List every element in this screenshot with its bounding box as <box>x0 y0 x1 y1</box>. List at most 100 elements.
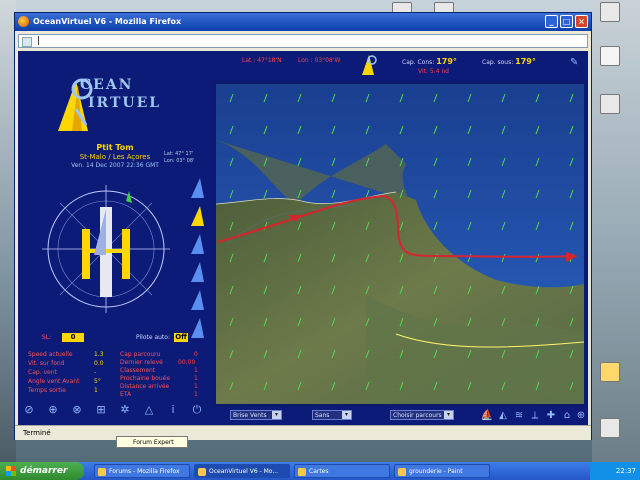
maximize-button[interactable]: □ <box>560 15 573 28</box>
taskbar-item-label: Forums - Mozilla Firefox <box>109 468 180 475</box>
wind-tool-icon[interactable]: ≋ <box>512 409 526 423</box>
heading-label-text: Cap. Cons: <box>402 59 435 66</box>
sail-icon[interactable] <box>188 261 206 283</box>
stat-value: - <box>94 369 97 376</box>
status-text: Terminé <box>23 429 51 437</box>
tooltip-text: Forum Expert <box>133 439 174 446</box>
desktop-icon[interactable] <box>600 94 620 114</box>
course-label: Cap. sous: 179° <box>482 57 536 66</box>
logo-text-ocean: CEAN <box>80 77 134 93</box>
pilot-label: Pilote auto: <box>136 334 170 341</box>
globe-icon[interactable]: ⊗ <box>70 403 84 417</box>
speed-readout: Vit: 5.4 nd <box>418 68 449 75</box>
logo-text-virtuel: IRTUEL <box>88 95 162 111</box>
firefox-icon <box>98 468 106 476</box>
sail-icon-selected[interactable] <box>188 205 206 227</box>
latitude-readout: Lat : 47°18'N <box>242 57 282 64</box>
course-label-text: Cap. sous: <box>482 59 514 66</box>
wind-source-select[interactable]: Brise Vents ▾ <box>230 410 282 420</box>
stat-value: 0.0 <box>94 360 104 367</box>
grid-icon[interactable]: ⊞ <box>94 403 108 417</box>
stat-label: Vit. sur fond <box>28 360 65 367</box>
close-button[interactable]: × <box>575 15 588 28</box>
settings-icon[interactable]: ✲ <box>118 403 132 417</box>
start-label: démarrer <box>20 466 68 476</box>
desktop-icon[interactable] <box>600 2 620 22</box>
paint-icon <box>398 468 406 476</box>
boat-panel: CEAN IRTUEL Ptit Tom St-Malo / Les Açore… <box>18 51 212 425</box>
stat-label: Prochaine bouée <box>120 375 171 382</box>
desktop-right-strip <box>592 0 640 462</box>
stat-value: 0 <box>194 351 198 358</box>
stat-value: 1 <box>194 375 198 382</box>
sail-icon[interactable] <box>188 317 206 339</box>
boat-tool-icon[interactable]: ⛵ <box>480 409 494 423</box>
sail-icon[interactable] <box>188 289 206 311</box>
warning-icon[interactable]: △ <box>142 403 156 417</box>
stat-label: Distance arrivée <box>120 383 170 390</box>
title-bar[interactable]: OceanVirtuel V6 - Mozilla Firefox _ □ × <box>15 13 591 31</box>
target-icon[interactable]: ⊕ <box>46 403 60 417</box>
address-bar[interactable]: | <box>18 34 588 48</box>
chevron-down-icon: ▾ <box>272 411 281 419</box>
computer-icon[interactable] <box>600 46 620 66</box>
minimize-button[interactable]: _ <box>545 15 558 28</box>
sail-icon[interactable] <box>188 177 206 199</box>
sail-icon[interactable] <box>188 233 206 255</box>
sl-label: SL: <box>42 334 52 341</box>
sl-input[interactable]: 0 <box>62 333 84 342</box>
taskbar-item[interactable]: Forums - Mozilla Firefox <box>94 464 190 478</box>
start-button[interactable]: démarrer <box>0 462 84 480</box>
vertical-scrollbar[interactable] <box>588 51 591 425</box>
compass-tool-icon[interactable]: ⊘ <box>22 403 36 417</box>
zoom-icon[interactable]: ⊕ <box>574 409 588 423</box>
taskbar: démarrer Forums - Mozilla Firefox OceanV… <box>0 462 640 480</box>
taskbar-item[interactable]: Cartes <box>294 464 390 478</box>
home-icon[interactable]: ⌂ <box>560 409 574 423</box>
map-toolbar: Brise Vents ▾ Sans ▾ Choisir parcours ▾ … <box>212 407 588 425</box>
course-select-value: Choisir parcours <box>393 412 442 419</box>
folder-icon[interactable] <box>600 362 620 382</box>
boat-coordinates: Lat: 47° 17' Lon: 03° 08' <box>164 151 194 165</box>
sail-tool-icon[interactable]: ◭ <box>496 409 510 423</box>
stat-label: Cap. vent <box>28 369 57 376</box>
stat-label: Cap parcouru <box>120 351 161 358</box>
stat-label: Angle vent Avant <box>28 378 80 385</box>
wind-source-value: Brise Vents <box>233 412 267 419</box>
power-icon[interactable]: ⏻ <box>190 403 204 417</box>
folder-icon <box>298 468 306 476</box>
cross-icon[interactable]: ✚ <box>544 409 558 423</box>
mini-logo-icon <box>362 55 377 75</box>
compass-rose[interactable] <box>36 179 176 319</box>
measure-icon[interactable]: ⟂ <box>528 409 542 423</box>
stat-value: 1 <box>194 383 198 390</box>
taskbar-item[interactable]: grounderie - Paint <box>394 464 490 478</box>
sea-map[interactable] <box>216 84 584 404</box>
ocean-virtuel-app: CEAN IRTUEL Ptit Tom St-Malo / Les Açore… <box>18 51 588 425</box>
page-icon <box>22 37 32 47</box>
course-value: 179° <box>515 57 536 66</box>
windows-logo-icon <box>6 466 16 476</box>
status-bar: Terminé <box>15 425 591 440</box>
taskbar-item-label: Cartes <box>309 468 329 475</box>
stat-label: Dernier relevé <box>120 359 163 366</box>
course-select[interactable]: Choisir parcours ▾ <box>390 410 454 420</box>
clock[interactable]: 22:37 <box>616 467 636 475</box>
firefox-icon <box>198 468 206 476</box>
overlay-select[interactable]: Sans ▾ <box>312 410 352 420</box>
taskbar-item-active[interactable]: OceanVirtuel V6 - Mo... <box>194 464 290 478</box>
address-text: | <box>37 36 41 46</box>
taskbar-item-label: OceanVirtuel V6 - Mo... <box>209 468 279 475</box>
stat-value: 1 <box>94 387 98 394</box>
heading-label: Cap. Cons: 179° <box>402 57 457 66</box>
stat-value: 5° <box>94 378 101 385</box>
stat-label: Speed actuelle <box>28 351 73 358</box>
panel-toolbar: ⊘ ⊕ ⊗ ⊞ ✲ △ ⅰ ⏻ <box>20 401 210 421</box>
pen-tool-icon[interactable]: ✎ <box>570 57 578 68</box>
system-tray: 22:37 <box>590 462 640 480</box>
tooltip: Forum Expert <box>116 436 188 448</box>
desktop-icon[interactable] <box>600 418 620 438</box>
info-icon[interactable]: ⅰ <box>166 403 180 417</box>
pilot-toggle[interactable]: Off <box>174 333 188 342</box>
stat-value: 1.3 <box>94 351 104 358</box>
